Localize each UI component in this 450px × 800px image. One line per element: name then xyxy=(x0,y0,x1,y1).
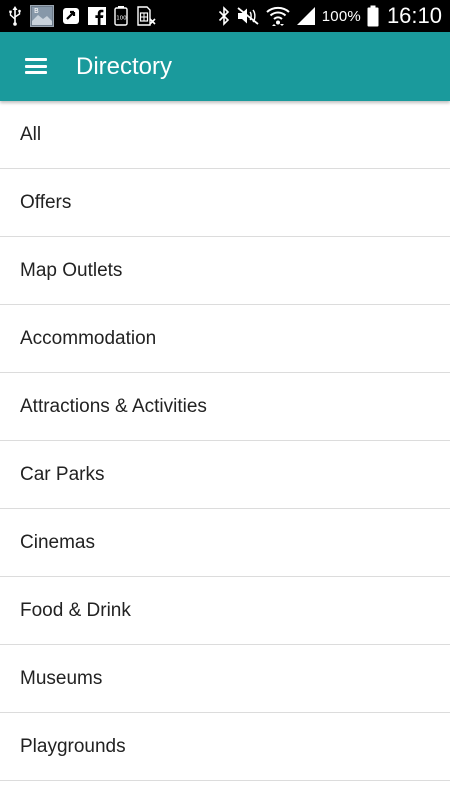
mute-icon xyxy=(236,5,260,27)
facebook-icon xyxy=(88,5,106,27)
notification-icons: B 100 xyxy=(8,4,156,28)
sim-error-icon xyxy=(136,5,156,27)
menu-button[interactable] xyxy=(14,44,58,88)
list-item-accommodation[interactable]: Accommodation xyxy=(0,305,450,373)
list-item-museums[interactable]: Museums xyxy=(0,645,450,713)
system-icons: 100% 16:10 xyxy=(218,3,442,28)
list-item-label: Offers xyxy=(20,191,72,213)
hamburger-menu-icon xyxy=(25,58,47,74)
list-item-label: Attractions & Activities xyxy=(20,395,207,417)
list-item-cinemas[interactable]: Cinemas xyxy=(0,509,450,577)
storage-100-icon: 100 xyxy=(114,5,128,27)
list-item-label: Food & Drink xyxy=(20,599,131,621)
svg-text:B: B xyxy=(34,7,39,15)
status-bar: B 100 100% 16:10 xyxy=(0,0,450,32)
signal-icon xyxy=(296,5,316,27)
list-item-car-parks[interactable]: Car Parks xyxy=(0,441,450,509)
wifi-icon xyxy=(266,5,290,27)
directory-list: All Offers Map Outlets Accommodation Att… xyxy=(0,101,450,781)
bluetooth-icon xyxy=(218,5,230,27)
list-item-attractions-activities[interactable]: Attractions & Activities xyxy=(0,373,450,441)
list-item-label: Accommodation xyxy=(20,327,157,349)
list-item-label: Cinemas xyxy=(20,531,95,553)
list-item-map-outlets[interactable]: Map Outlets xyxy=(0,237,450,305)
list-item-label: Car Parks xyxy=(20,463,105,485)
list-item-playgrounds[interactable]: Playgrounds xyxy=(0,713,450,781)
app-bar: Directory xyxy=(0,32,450,101)
svg-text:100: 100 xyxy=(116,16,127,22)
list-item-food-drink[interactable]: Food & Drink xyxy=(0,577,450,645)
clock: 16:10 xyxy=(386,3,442,28)
list-item-label: Playgrounds xyxy=(20,735,126,757)
usb-icon xyxy=(8,5,22,27)
list-item-label: Map Outlets xyxy=(20,259,123,281)
list-item-label: All xyxy=(20,123,42,145)
photo-notification-icon: B xyxy=(30,5,54,27)
clip-app-icon xyxy=(62,5,80,27)
battery-percent: 100% xyxy=(321,7,361,25)
list-item-offers[interactable]: Offers xyxy=(0,169,450,237)
list-item-label: Museums xyxy=(20,667,103,689)
page-title: Directory xyxy=(76,53,173,80)
list-item-all[interactable]: All xyxy=(0,101,450,169)
battery-icon xyxy=(367,5,379,27)
